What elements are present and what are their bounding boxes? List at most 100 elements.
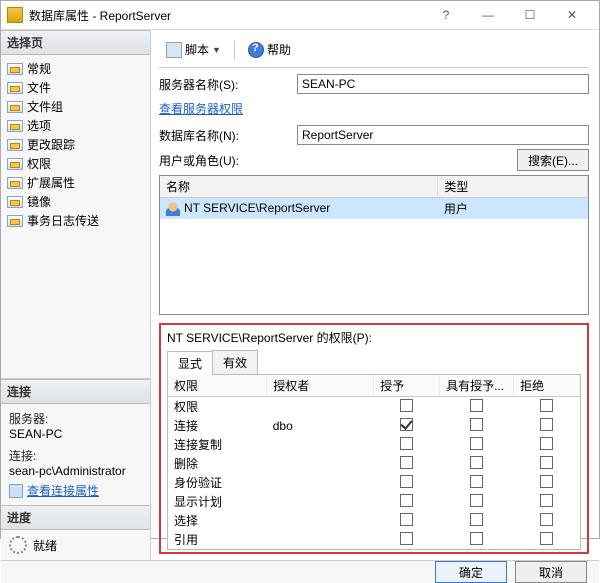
page-list: 常规文件文件组选项更改跟踪权限扩展属性镜像事务日志传送 [1,55,150,234]
deny-checkbox[interactable] [540,513,553,526]
with-grant-checkbox[interactable] [470,513,483,526]
grant-checkbox[interactable] [400,437,413,450]
minimize-button[interactable]: — [467,1,509,29]
page-item-label: 镜像 [27,193,51,210]
users-col-type[interactable]: 类型 [438,176,588,198]
titlebar: 数据库属性 - ReportServer ? — ☐ ✕ [1,1,599,30]
permissions-section: NT SERVICE\ReportServer 的权限(P): 显式 有效 权限… [159,323,589,554]
grant-checkbox[interactable] [400,513,413,526]
with-grant-checkbox[interactable] [470,399,483,412]
users-col-name[interactable]: 名称 [160,176,438,198]
users-row: 用户或角色(U): 搜索(E)... [159,149,589,171]
page-item-0[interactable]: 常规 [5,59,148,78]
with-grant-checkbox[interactable] [470,532,483,545]
deny-checkbox[interactable] [540,399,553,412]
perm-cell-permission: 权限 [168,397,267,417]
users-row[interactable]: NT SERVICE\ReportServer用户 [160,198,588,220]
deny-checkbox[interactable] [540,475,553,488]
grant-cell [374,530,440,549]
page-item-7[interactable]: 镜像 [5,192,148,211]
view-connection-properties-label: 查看连接属性 [27,482,99,499]
page-item-8[interactable]: 事务日志传送 [5,211,148,230]
page-item-label: 扩展属性 [27,174,75,191]
with-grant-cell [440,454,514,473]
with-grant-checkbox[interactable] [470,418,483,431]
users-grid[interactable]: 名称 类型 NT SERVICE\ReportServer用户 [159,175,589,315]
perm-col-deny[interactable]: 拒绝 [514,375,580,397]
permission-row[interactable]: 显示计划 [168,492,580,511]
grant-cell [374,511,440,530]
view-server-permissions-link[interactable]: 查看服务器权限 [159,100,589,117]
grant-checkbox[interactable] [400,475,413,488]
page-item-2[interactable]: 文件组 [5,97,148,116]
permission-row[interactable]: 选择 [168,511,580,530]
deny-checkbox[interactable] [540,494,553,507]
connection-value: sean-pc\Administrator [9,464,142,478]
perm-col-grant[interactable]: 授予 [374,375,440,397]
connection-props-icon [9,484,23,498]
page-icon [7,63,23,75]
page-item-5[interactable]: 权限 [5,154,148,173]
with-grant-checkbox[interactable] [470,437,483,450]
page-icon [7,82,23,94]
permission-row[interactable]: 身份验证 [168,473,580,492]
tab-effective[interactable]: 有效 [212,350,258,374]
deny-checkbox[interactable] [540,456,553,469]
deny-checkbox[interactable] [540,418,553,431]
titlebar-help-button[interactable]: ? [425,1,467,29]
connection-label: 连接: [9,447,142,464]
dialog-footer: 确定 取消 [1,560,599,583]
close-button[interactable]: ✕ [551,1,593,29]
view-connection-properties-link[interactable]: 查看连接属性 [9,482,142,499]
deny-cell [514,511,580,530]
with-grant-checkbox[interactable] [470,456,483,469]
server-name-input [297,74,589,94]
grant-checkbox[interactable] [400,494,413,507]
page-icon [7,139,23,151]
page-item-6[interactable]: 扩展属性 [5,173,148,192]
perm-col-with-grant[interactable]: 具有授予... [440,375,514,397]
permission-row[interactable]: 权限 [168,397,580,417]
deny-cell [514,416,580,435]
server-name-label: 服务器名称(S): [159,76,297,93]
maximize-button[interactable]: ☐ [509,1,551,29]
deny-checkbox[interactable] [540,532,553,545]
page-item-label: 常规 [27,60,51,77]
with-grant-cell [440,530,514,549]
grant-checkbox[interactable] [400,399,413,412]
help-button-label: 帮助 [267,41,291,58]
search-button[interactable]: 搜索(E)... [517,149,589,171]
with-grant-checkbox[interactable] [470,494,483,507]
help-button[interactable]: 帮助 [241,38,298,61]
permission-row[interactable]: 删除 [168,454,580,473]
progress-block: 就绪 [1,530,150,560]
deny-checkbox[interactable] [540,437,553,450]
perm-cell-permission: 连接 [168,416,267,435]
permission-row[interactable]: 连接复制 [168,435,580,454]
window: 数据库属性 - ReportServer ? — ☐ ✕ 选择页 常规文件文件组… [0,0,600,539]
script-button[interactable]: 脚本 ▼ [159,38,228,61]
perm-col-permission[interactable]: 权限 [168,375,267,397]
permission-row[interactable]: 连接dbo [168,416,580,435]
ok-button[interactable]: 确定 [435,561,507,583]
cancel-button[interactable]: 取消 [515,561,587,583]
page-item-label: 选项 [27,117,51,134]
permissions-grid[interactable]: 权限 授权者 授予 具有授予... 拒绝 权限连接dbo连接复制删除身份验证显示… [167,375,581,550]
with-grant-checkbox[interactable] [470,475,483,488]
tab-explicit[interactable]: 显式 [167,351,213,375]
page-item-4[interactable]: 更改跟踪 [5,135,148,154]
grant-checkbox[interactable] [400,418,413,431]
perm-col-grantor[interactable]: 授权者 [267,375,374,397]
grant-checkbox[interactable] [400,456,413,469]
grant-checkbox[interactable] [400,532,413,545]
left-spacer [1,234,150,379]
toolbar-divider [159,67,589,68]
page-item-label: 文件组 [27,98,63,115]
page-item-3[interactable]: 选项 [5,116,148,135]
perm-cell-permission: 显示计划 [168,492,267,511]
database-name-row: 数据库名称(N): [159,125,589,145]
permission-row[interactable]: 引用 [168,530,580,549]
deny-cell [514,473,580,492]
page-item-1[interactable]: 文件 [5,78,148,97]
perm-cell-grantor [267,454,374,473]
